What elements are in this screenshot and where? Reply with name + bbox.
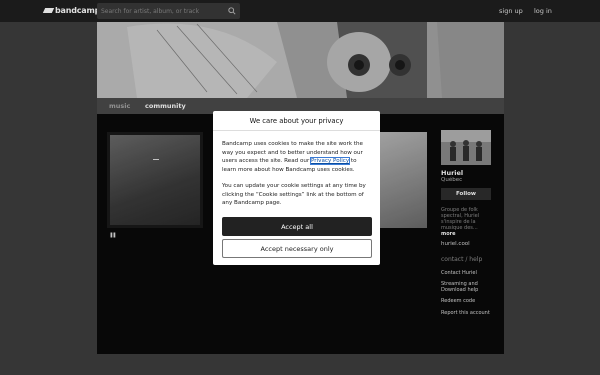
privacy-policy-link[interactable]: Privacy Policy (310, 157, 351, 165)
dialog-title: We care about your privacy (213, 111, 380, 131)
accept-all-button[interactable]: Accept all (222, 217, 372, 236)
cookie-settings-note: You can update your cookie settings at a… (222, 183, 366, 206)
accept-necessary-button[interactable]: Accept necessary only (222, 239, 372, 258)
cookie-explanation: Bandcamp uses cookies to make the site w… (222, 140, 372, 174)
cookie-consent-dialog: We care about your privacy Bandcamp uses… (213, 111, 380, 265)
